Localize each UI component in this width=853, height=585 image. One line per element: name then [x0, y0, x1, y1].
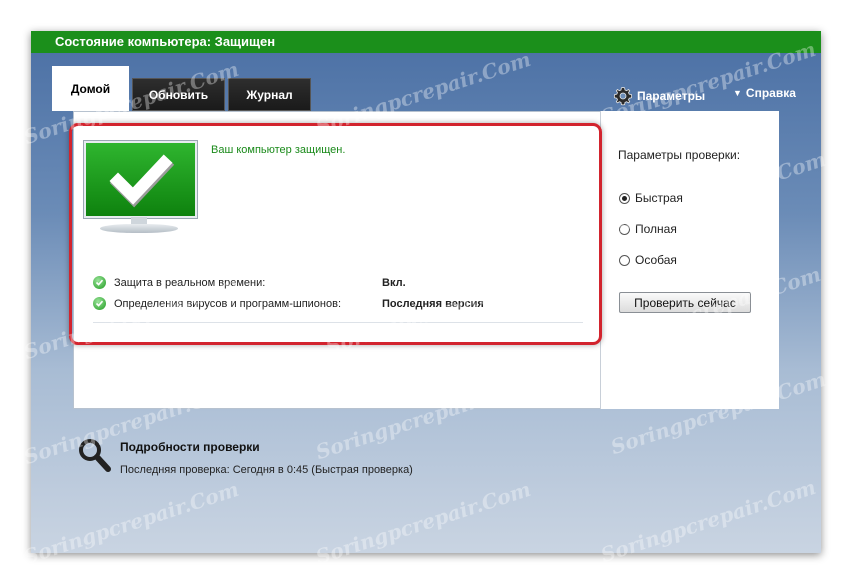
settings-label: Параметры — [637, 89, 706, 103]
tab-home-label: Домой — [70, 81, 111, 96]
scan-options-label: Параметры проверки: — [618, 148, 741, 162]
radio-full-dot[interactable] — [619, 223, 630, 235]
watermark: Soringpcrepair.Com — [597, 474, 819, 568]
status-row-realtime: Защита в реальном времени: Вкл. — [93, 276, 406, 289]
radio-quick[interactable]: Быстрая — [619, 191, 683, 205]
definitions-value: Последняя версия — [382, 297, 484, 310]
checkmark-icon — [109, 154, 175, 208]
check-circle-icon — [93, 297, 106, 310]
radio-quick-label: Быстрая — [635, 191, 683, 205]
realtime-value: Вкл. — [382, 276, 406, 289]
gear-icon — [613, 87, 633, 106]
scan-details-title: Подробности проверки — [120, 440, 260, 454]
realtime-label: Защита в реальном времени: — [114, 276, 266, 289]
monitor-base — [100, 224, 178, 233]
radio-custom-dot[interactable] — [619, 254, 630, 266]
monitor-check-icon — [84, 141, 197, 218]
app-window: Состояние компьютера: Защищен Домой Обно… — [21, 31, 829, 569]
scan-now-button[interactable]: Проверить сейчас — [619, 292, 751, 313]
status-row-definitions: Определения вирусов и программ-шпионов: … — [93, 297, 484, 310]
radio-quick-dot[interactable] — [619, 192, 630, 204]
radio-custom-label: Особая — [635, 253, 677, 267]
title-bar: Состояние компьютера: Защищен — [31, 31, 821, 53]
tab-history-label: Журнал — [246, 87, 293, 102]
watermark: Soringpcrepair.Com — [20, 476, 242, 570]
help-label: Справка — [745, 86, 796, 100]
check-circle-icon — [93, 276, 106, 289]
tab-update[interactable]: Обновить — [132, 78, 225, 111]
magnifier-icon — [79, 439, 111, 472]
tab-home[interactable]: Домой — [52, 66, 129, 111]
radio-custom[interactable]: Особая — [619, 253, 677, 267]
tab-update-label: Обновить — [148, 87, 209, 102]
status-message: Ваш компьютер защищен. — [211, 144, 346, 156]
tab-history[interactable]: Журнал — [228, 78, 311, 111]
radio-full-label: Полная — [635, 222, 677, 236]
window-title: Состояние компьютера: Защищен — [55, 34, 276, 49]
definitions-label: Определения вирусов и программ-шпионов: — [114, 297, 342, 310]
help-menu[interactable]: ▼ Справка — [733, 86, 796, 100]
last-scan-info: Последняя проверка: Сегодня в 0:45 (Быст… — [120, 464, 413, 476]
radio-full[interactable]: Полная — [619, 222, 677, 236]
settings-button[interactable]: Параметры — [613, 86, 705, 106]
divider — [93, 322, 583, 323]
watermark: Soringpcrepair.Com — [312, 476, 534, 570]
chevron-down-icon: ▼ — [733, 88, 742, 98]
